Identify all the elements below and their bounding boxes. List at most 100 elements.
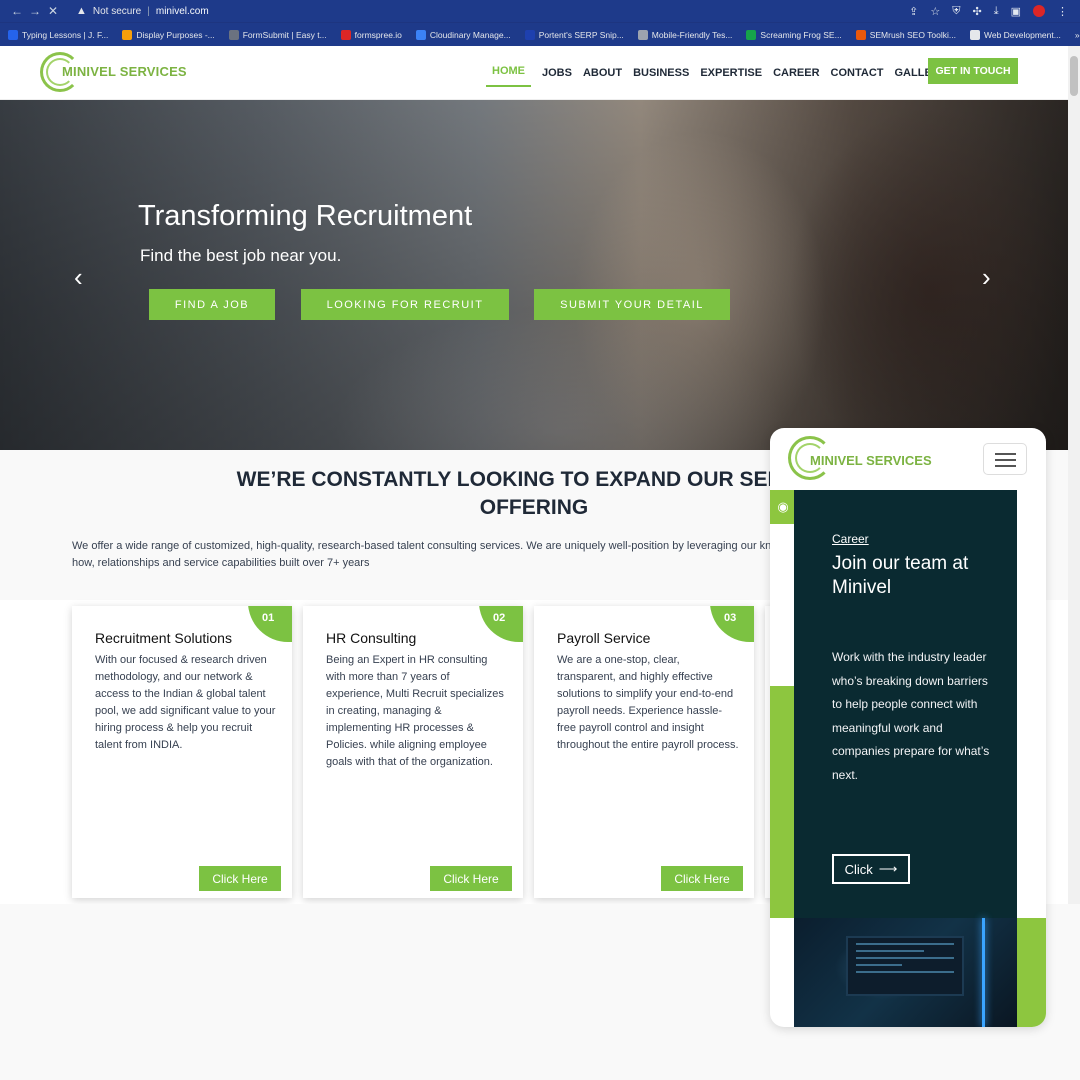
sidebar-icon[interactable]: ▣ (1011, 5, 1021, 18)
logo-text: MINIVEL SERVICES (62, 64, 187, 79)
bookmarks-bar: Typing Lessons | J. F... Display Purposes… (0, 22, 1080, 46)
bookmark-favicon-icon (340, 29, 351, 40)
nav-item-home[interactable]: HOME (486, 59, 531, 87)
bookmark-favicon-icon (415, 29, 426, 40)
bookmark-label: SEMrush SEO Toolki... (869, 29, 956, 40)
bookmark-item[interactable]: Portent's SERP Snip... (524, 29, 624, 40)
menu-icon[interactable]: ⋮ (1057, 5, 1068, 18)
puzzle-icon[interactable]: ✣ (973, 5, 982, 18)
looking-for-recruit-button[interactable]: LOOKING FOR RECRUIT (301, 289, 509, 320)
security-label: Not secure (92, 5, 142, 17)
toolbar-actions: ⇪ ☆ ⛨ ✣ ⤓ ▣ ⋮ (909, 5, 1080, 18)
card-number: 02 (479, 606, 523, 642)
hero-slider: Transforming Recruitment Find the best j… (0, 100, 1068, 450)
address-bar[interactable]: ▲ Not secure | minivel.com (76, 5, 209, 17)
star-icon[interactable]: ☆ (930, 5, 940, 18)
scrollbar-thumb[interactable] (1070, 56, 1078, 96)
monitor-image (846, 936, 964, 996)
service-card-recruitment: 01 Recruitment Solutions With our focuse… (72, 606, 292, 898)
site-header: MINIVEL SERVICES HOME JOBS ABOUT BUSINESS EX… (0, 46, 1068, 100)
chevron-left-icon[interactable]: ‹ (74, 262, 83, 293)
hero-overlay (0, 100, 1068, 450)
bookmarks-more-icon[interactable]: » (1075, 30, 1080, 40)
card-number: 03 (710, 606, 754, 642)
main-nav: HOME JOBS ABOUT BUSINESS EXPERTISE CAREER CONT… (486, 46, 947, 100)
career-panel: Career Join our team at Minivel Work wit… (794, 490, 1017, 918)
bookmark-favicon-icon (8, 29, 18, 40)
mobile-preview: MINIVEL SERVICES ◉ Career Join our team … (770, 428, 1046, 1027)
career-click-button[interactable]: Click ⟶ (832, 854, 910, 884)
career-body: Work with the industry leader who’s brea… (832, 650, 990, 782)
service-card-hr-consulting: 02 HR Consulting Being an Expert in HR c… (303, 606, 523, 898)
site-logo[interactable]: MINIVEL SERVICES (40, 52, 187, 94)
bookmark-item[interactable]: Display Purposes -... (122, 29, 215, 40)
shield-icon[interactable]: ⛨ (952, 5, 960, 18)
warning-icon: ▲ (76, 5, 87, 17)
back-icon[interactable]: ← (8, 4, 26, 18)
bookmark-label: Portent's SERP Snip... (538, 29, 624, 40)
nav-item-jobs[interactable]: JOBS (542, 59, 572, 87)
bookmark-item[interactable]: Typing Lessons | J. F... (8, 29, 108, 40)
card-title: Recruitment Solutions (95, 630, 232, 646)
bookmark-label: Web Development... (983, 29, 1061, 40)
career-label[interactable]: Career (832, 532, 869, 546)
submit-your-detail-button[interactable]: SUBMIT YOUR DETAIL (534, 289, 730, 320)
bookmark-favicon-icon (122, 29, 133, 40)
bookmark-favicon-icon (524, 29, 535, 40)
nav-item-business[interactable]: BUSINESS (633, 59, 689, 87)
browser-toolbar: ← → ✕ ▲ Not secure | minivel.com ⇪ ☆ ⛨ ✣… (0, 0, 1080, 22)
url-separator: | (147, 5, 150, 17)
card-text: Being an Expert in HR consulting with mo… (326, 654, 504, 768)
bookmark-label: Screaming Frog SE... (760, 29, 842, 40)
forward-icon[interactable]: → (26, 4, 44, 18)
click-here-button[interactable]: Click Here (199, 866, 281, 891)
bookmark-favicon-icon (969, 29, 980, 40)
nav-item-expertise[interactable]: EXPERTISE (700, 59, 762, 87)
click-here-button[interactable]: Click Here (661, 866, 743, 891)
bookmark-favicon-icon (746, 29, 757, 40)
bookmark-favicon-icon (228, 29, 239, 40)
hamburger-menu-icon[interactable] (983, 443, 1027, 475)
bookmark-favicon-icon (855, 29, 866, 40)
accent-bar-left (770, 686, 796, 918)
bookmark-item[interactable]: Web Development... (969, 29, 1061, 40)
bookmark-label: Cloudinary Manage... (429, 29, 511, 40)
nav-item-about[interactable]: ABOUT (583, 59, 622, 87)
bookmark-item[interactable]: SEMrush SEO Toolki... (855, 29, 956, 40)
card-number: 01 (248, 606, 292, 642)
url-text[interactable]: minivel.com (156, 6, 209, 17)
page-scrollbar[interactable] (1068, 46, 1080, 904)
card-title: Payroll Service (557, 630, 651, 646)
card-title: HR Consulting (326, 630, 417, 646)
get-in-touch-button[interactable]: GET IN TOUCH (928, 58, 1018, 84)
click-here-button[interactable]: Click Here (430, 866, 512, 891)
workspace-image (794, 918, 1017, 1027)
bookmark-item[interactable]: FormSubmit | Easy t... (228, 29, 327, 40)
mobile-logo-text: MINIVEL SERVICES (810, 453, 932, 468)
services-intro: We offer a wide range of customized, hig… (72, 540, 790, 569)
bookmark-item[interactable]: formspree.io (340, 29, 402, 40)
arrow-right-icon: ⟶ (878, 861, 898, 876)
bookmark-item[interactable]: Cloudinary Manage... (415, 29, 511, 40)
profile-icon[interactable] (1033, 5, 1045, 17)
career-heading: Join our team at Minivel (832, 553, 969, 598)
bookmark-label: formspree.io (354, 29, 402, 40)
nav-item-contact[interactable]: CONTACT (831, 59, 884, 87)
close-icon[interactable]: ✕ (44, 4, 62, 18)
find-a-job-button[interactable]: FIND A JOB (149, 289, 275, 320)
bookmark-label: FormSubmit | Easy t... (242, 29, 327, 40)
nav-item-career[interactable]: CAREER (773, 59, 819, 87)
bookmark-favicon-icon (637, 29, 648, 40)
mobile-logo[interactable]: MINIVEL SERVICES (788, 436, 932, 480)
share-icon[interactable]: ⇪ (909, 5, 918, 18)
bookmark-item[interactable]: Mobile-Friendly Tes... (637, 29, 733, 40)
page: ← → ✕ ▲ Not secure | minivel.com ⇪ ☆ ⛨ ✣… (0, 0, 1080, 1080)
hero-title: Transforming Recruitment (138, 200, 473, 232)
card-text: With our focused & research driven metho… (95, 654, 276, 751)
light-strip-image (982, 918, 985, 1027)
download-icon[interactable]: ⤓ (994, 5, 999, 18)
chevron-right-icon[interactable]: › (982, 262, 991, 293)
bookmark-item[interactable]: Screaming Frog SE... (746, 29, 842, 40)
bookmark-label: Mobile-Friendly Tes... (651, 29, 733, 40)
eye-icon[interactable]: ◉ (770, 490, 796, 524)
